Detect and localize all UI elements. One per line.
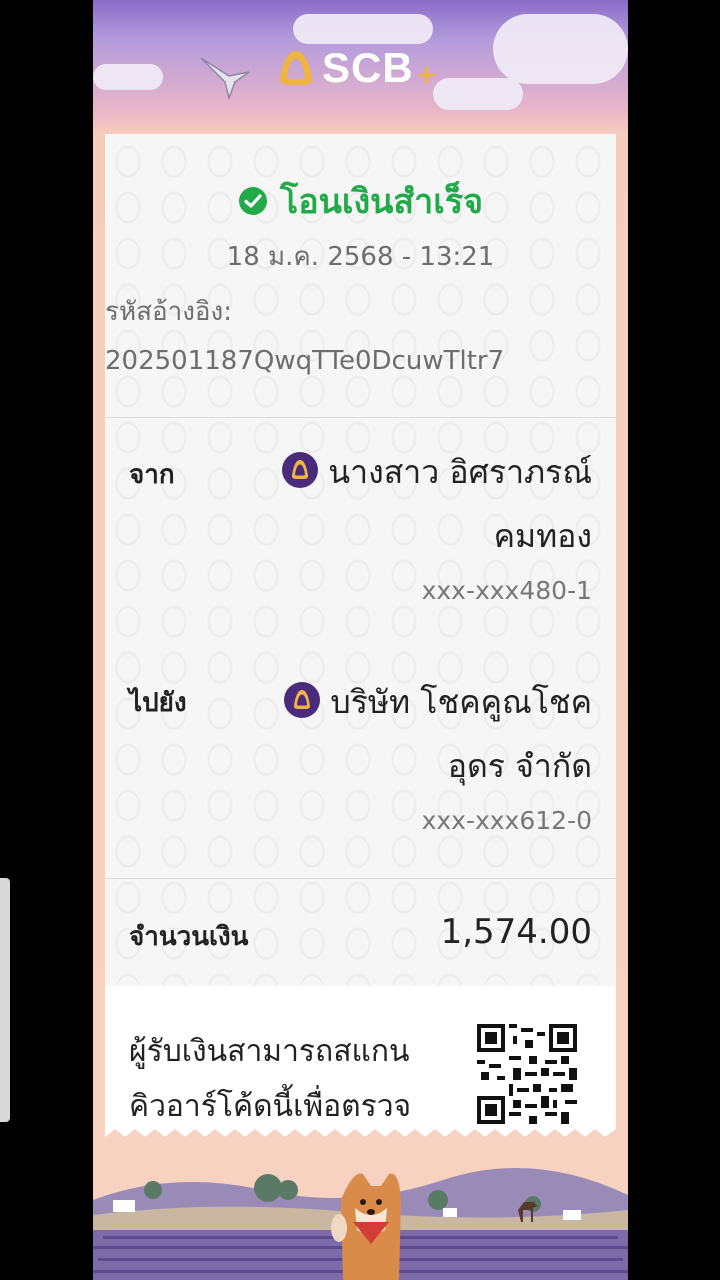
check-circle-icon (238, 187, 267, 215)
from-name: นางสาว อิศราภรณ์ คมทอง (232, 440, 592, 568)
scb-logo-icon (279, 51, 313, 85)
amount-value: 1,574.00 (440, 912, 592, 952)
cloud-decoration (93, 64, 163, 90)
to-name-line1: บริษัท โชคคูณโชค (330, 683, 592, 721)
landscape-illustration (93, 1168, 628, 1280)
scb-bank-icon (282, 452, 319, 488)
scb-logo: SCB + (276, 44, 437, 92)
qr-instruction: ผู้รับเงินสามารถสแกน คิวอาร์โค้ดนี้เพื่อ… (129, 1024, 411, 1134)
amount-label: จำนวนเงิน (129, 922, 249, 952)
verification-qr-code[interactable] (477, 1024, 577, 1124)
to-name: บริษัท โชคคูณโชค อุดร จำกัด (232, 670, 592, 798)
to-party: บริษัท โชคคูณโชค อุดร จำกัด xxx-xxx612-0 (232, 670, 592, 835)
to-name-line2: อุดร จำกัด (447, 747, 592, 785)
divider (105, 878, 616, 879)
reference-label: รหัสอ้างอิง: (105, 297, 232, 327)
to-account: xxx-xxx612-0 (421, 806, 592, 835)
from-name-line2: คมทอง (493, 517, 592, 555)
qr-instruction-line1: ผู้รับเงินสามารถสแกน (129, 1034, 410, 1069)
receipt-card: โอนเงินสำเร็จ 18 ม.ค. 2568 - 13:21 รหัสอ… (105, 134, 616, 1145)
brand-plus: + (415, 60, 438, 90)
to-label: ไปยัง (129, 688, 187, 718)
bird-icon (200, 57, 250, 100)
brand-name: SCB (322, 44, 414, 91)
cloud-decoration (493, 14, 628, 84)
cloud-decoration (433, 78, 523, 110)
qr-instruction-line2: คิวอาร์โค้ดนี้เพื่อตรวจ (129, 1089, 412, 1124)
status-row: โอนเงินสำเร็จ (105, 174, 616, 228)
from-label: จาก (129, 460, 175, 490)
cloud-decoration (293, 14, 433, 44)
from-account: xxx-xxx480-1 (421, 576, 592, 605)
reference-value: 202501187QwqTTe0DcuwTltr7 (105, 346, 505, 376)
side-button (0, 878, 10, 1122)
divider (105, 417, 616, 418)
transfer-slip: SCB + โอนเงินสำเร็จ 18 ม.ค. 2568 - 13:21… (93, 0, 628, 1280)
transaction-datetime: 18 ม.ค. 2568 - 13:21 (226, 242, 495, 272)
from-name-line1: นางสาว อิศราภรณ์ (328, 453, 592, 491)
from-party: นางสาว อิศราภรณ์ คมทอง xxx-xxx480-1 (232, 440, 592, 605)
status-text: โอนเงินสำเร็จ (279, 182, 484, 222)
scb-bank-icon (284, 682, 321, 718)
